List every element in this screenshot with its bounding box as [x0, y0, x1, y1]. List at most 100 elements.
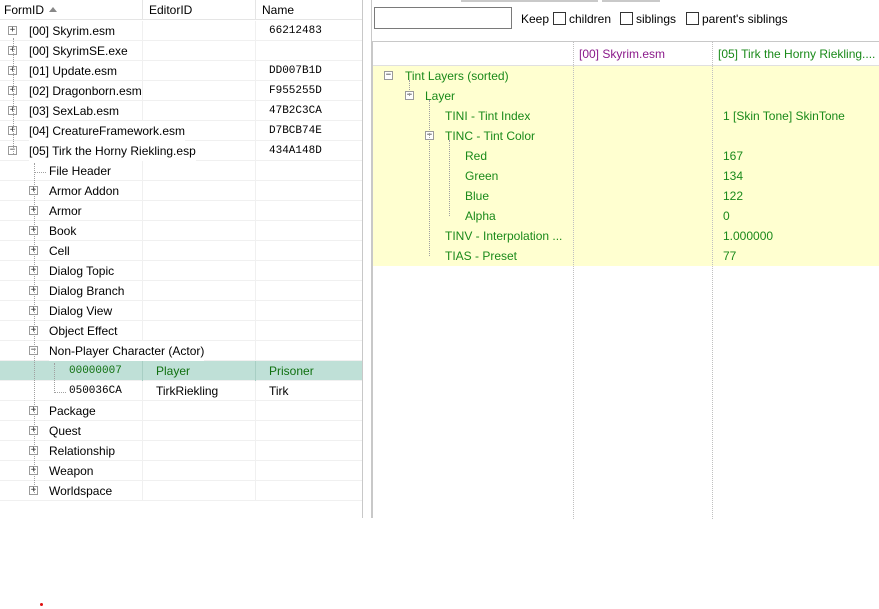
tree-row-plugin-expanded[interactable]: − [05] Tirk the Horny Riekling.esp 434A14…	[0, 141, 362, 161]
tree-row-group[interactable]: + Dialog View	[0, 301, 362, 321]
group-label: Armor Addon	[49, 184, 120, 198]
plugin-label: [01] Update.esm	[29, 64, 118, 78]
tab-strip	[372, 0, 879, 4]
record-formid: 050036CA	[69, 385, 122, 397]
plugin-formid: DD007B1D	[269, 65, 322, 77]
record-name: Tirk	[269, 384, 289, 398]
tree-rows: + [00] Skyrim.esm 66212483 + [00] SkyrimSE…	[0, 21, 362, 501]
tree-connector	[54, 392, 66, 393]
record-row-label: Green	[465, 169, 499, 183]
group-label: Armor	[49, 204, 82, 218]
tree-connector	[54, 363, 55, 393]
tree-row-group[interactable]: + Cell	[0, 241, 362, 261]
tree-row-plugin[interactable]: + [02] Dragonborn.esm F955255D	[0, 81, 362, 101]
column-header-formid[interactable]: FormID	[0, 0, 143, 20]
column-header-editorid[interactable]: EditorID	[143, 0, 256, 20]
parents-siblings-label: parent's siblings	[702, 12, 788, 26]
children-label: children	[569, 12, 612, 26]
group-label: Book	[49, 224, 77, 238]
group-label: Relationship	[49, 444, 116, 458]
record-row-value: 167	[723, 149, 744, 163]
tree-row-plugin[interactable]: + [00] Skyrim.esm 66212483	[0, 21, 362, 41]
tree-row-group[interactable]: + Dialog Branch	[0, 281, 362, 301]
tree-row-plugin[interactable]: + [01] Update.esm DD007B1D	[0, 61, 362, 81]
group-label: Object Effect	[49, 324, 118, 338]
record-row-label: TINI - Tint Index	[445, 109, 531, 123]
record-row[interactable]: TINI - Tint Index 1 [Skin Tone] SkinTone	[373, 106, 879, 126]
tree-row-group[interactable]: + Book	[0, 221, 362, 241]
tree-row-group[interactable]: + Weapon	[0, 461, 362, 481]
plus-box-icon[interactable]: +	[8, 26, 17, 35]
group-label: File Header	[49, 164, 112, 178]
tree-connector	[13, 38, 14, 154]
record-editorid: TirkRiekling	[156, 384, 219, 398]
record-row-label: Alpha	[465, 209, 496, 223]
cursor-marker	[40, 603, 43, 606]
tree-connector	[409, 80, 410, 96]
tree-row-group[interactable]: + Worldspace	[0, 481, 362, 501]
tree-row-group[interactable]: + Armor	[0, 201, 362, 221]
tree-row-group[interactable]: File Header	[0, 161, 362, 181]
record-row-label: TIAS - Preset	[445, 249, 518, 263]
filter-input[interactable]	[374, 7, 512, 29]
tree-row-group[interactable]: + Dialog Topic	[0, 261, 362, 281]
group-label: Worldspace	[49, 484, 113, 498]
record-row-value: 77	[723, 249, 737, 263]
plugin-label: [02] Dragonborn.esm	[29, 84, 142, 98]
record-row-label: TINV - Interpolation ...	[445, 229, 563, 243]
record-row-label: TINC - Tint Color	[445, 129, 536, 143]
record-row[interactable]: TINV - Interpolation ... 1.000000	[373, 226, 879, 246]
tree-header: FormID EditorID Name	[0, 0, 362, 20]
record-row-value: 134	[723, 169, 744, 183]
record-row[interactable]: − Tint Layers (sorted)	[373, 66, 879, 86]
minus-box-icon[interactable]: −	[384, 71, 393, 80]
tree-row-plugin[interactable]: + [03] SexLab.esm 47B2C3CA	[0, 101, 362, 121]
record-editorid: Player	[156, 364, 191, 378]
tree-row-group[interactable]: + Quest	[0, 421, 362, 441]
record-grid-header: [00] Skyrim.esm [05] Tirk the Horny Riek…	[373, 42, 879, 66]
keep-label: Keep	[521, 12, 550, 26]
tree-connector	[34, 163, 35, 493]
column-separator	[573, 42, 574, 519]
plugin-label: [00] Skyrim.esm	[29, 24, 116, 38]
tree-row-group[interactable]: + Object Effect	[0, 321, 362, 341]
group-label: Quest	[49, 424, 82, 438]
tab-view[interactable]	[461, 0, 598, 2]
group-label: Non-Player Character (Actor)	[49, 341, 205, 361]
siblings-label: siblings	[636, 12, 677, 26]
column-header-name[interactable]: Name	[256, 0, 362, 20]
record-row-label: Red	[465, 149, 488, 163]
parents-siblings-checkbox[interactable]	[686, 12, 699, 25]
group-label: Cell	[49, 244, 70, 258]
tab-referenced-by[interactable]	[602, 0, 660, 2]
column-header-formid-label: FormID	[4, 3, 44, 17]
record-row[interactable]: TIAS - Preset 77	[373, 246, 879, 266]
navigation-tree-panel: FormID EditorID Name + [00] Skyrim.esm 66…	[0, 0, 362, 518]
group-label: Weapon	[49, 464, 94, 478]
tree-connector	[34, 172, 46, 173]
siblings-checkbox[interactable]	[620, 12, 633, 25]
record-view-panel: Keep children siblings parent's siblings…	[372, 0, 879, 519]
tree-row-group[interactable]: + Armor Addon	[0, 181, 362, 201]
record-row-value: 1 [Skin Tone] SkinTone	[723, 109, 845, 123]
children-checkbox[interactable]	[553, 12, 566, 25]
column-header-tirk-plugin[interactable]: [05] Tirk the Horny Riekling....	[712, 42, 879, 66]
record-row[interactable]: − Layer	[373, 86, 879, 106]
record-row-label: Blue	[465, 189, 490, 203]
column-header-name-label: Name	[262, 3, 295, 17]
record-grid: [00] Skyrim.esm [05] Tirk the Horny Riek…	[372, 41, 879, 519]
tree-row-plugin[interactable]: + [04] CreatureFramework.esm D7BCB74E	[0, 121, 362, 141]
record-row-value: 1.000000	[723, 229, 774, 243]
record-row-value: 0	[723, 209, 730, 223]
column-header-skyrim[interactable]: [00] Skyrim.esm	[573, 42, 712, 66]
tree-row-group-expanded[interactable]: − Non-Player Character (Actor)	[0, 341, 362, 361]
plugin-formid: F955255D	[269, 85, 322, 97]
group-label: Dialog View	[49, 304, 113, 318]
panel-splitter[interactable]	[362, 0, 372, 518]
plugin-label: [05] Tirk the Horny Riekling.esp	[29, 141, 196, 161]
column-header-editorid-label: EditorID	[149, 3, 193, 17]
tree-row-group[interactable]: + Package	[0, 401, 362, 421]
tree-row-plugin[interactable]: + [00] SkyrimSE.exe	[0, 41, 362, 61]
record-name: Prisoner	[269, 364, 314, 378]
tree-row-group[interactable]: + Relationship	[0, 441, 362, 461]
